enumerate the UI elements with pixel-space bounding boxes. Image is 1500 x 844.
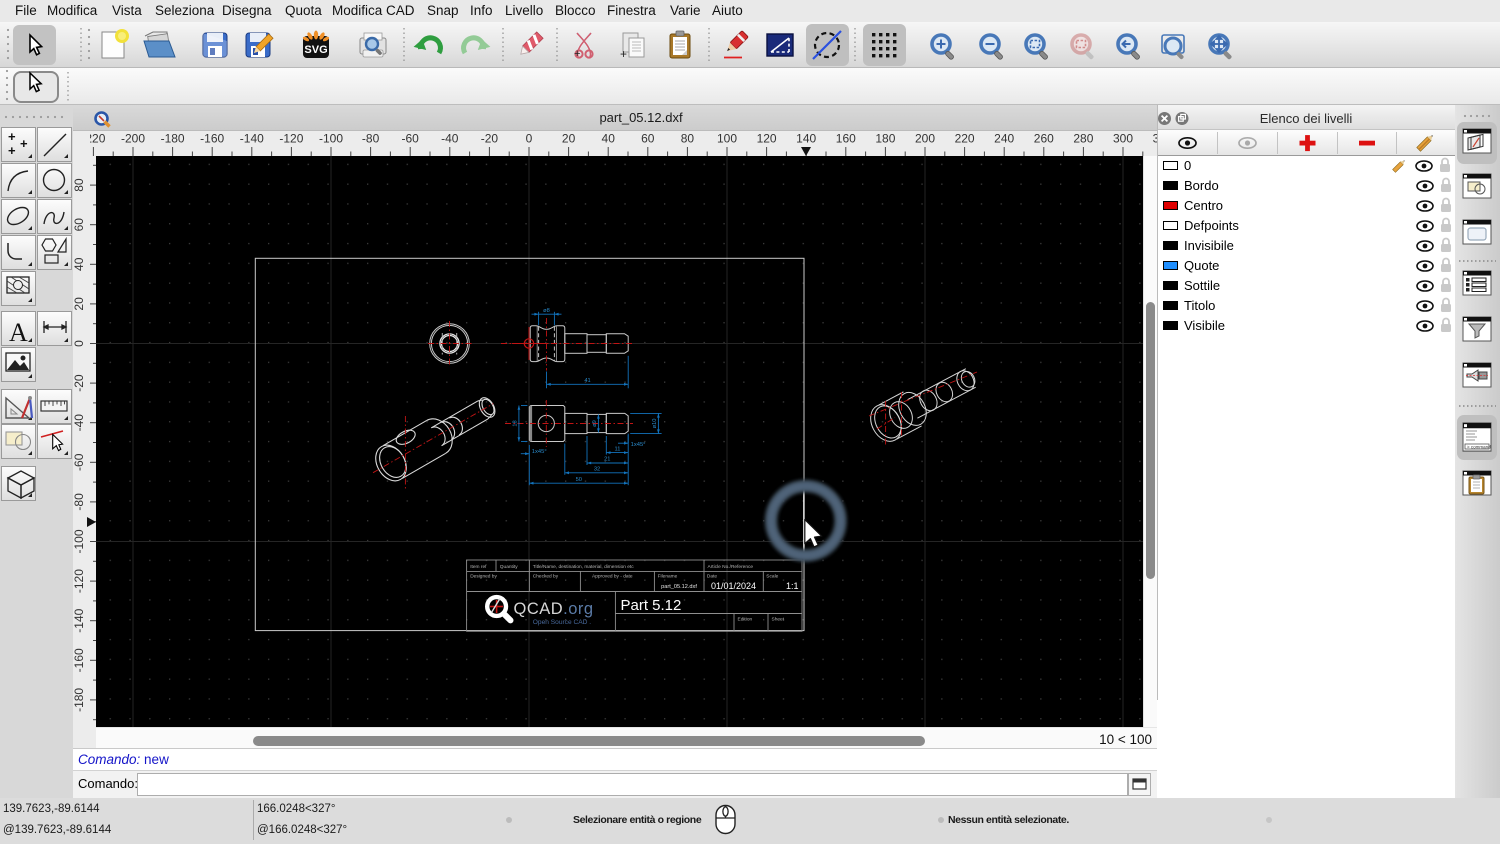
svg-text:-40: -40 [73, 414, 86, 432]
svg-text:160: 160 [836, 132, 856, 146]
svg-text:1:1: 1:1 [786, 581, 799, 591]
svg-text:80: 80 [73, 178, 86, 192]
svg-text:100: 100 [717, 132, 737, 146]
svg-text:Item ref: Item ref [470, 564, 487, 570]
svg-text:Checked by: Checked by [533, 574, 559, 580]
svg-text:ø10: ø10 [652, 419, 658, 429]
svg-text:-160: -160 [200, 132, 224, 146]
svg-text:0: 0 [73, 340, 86, 347]
svg-text:-40: -40 [441, 132, 459, 146]
svg-text:Date: Date [707, 574, 717, 580]
svg-text:18: 18 [513, 420, 519, 426]
svg-text:-100: -100 [319, 132, 343, 146]
svg-text:-140: -140 [240, 132, 264, 146]
svg-text:1x45°: 1x45° [532, 449, 547, 455]
svg-text:40: 40 [73, 257, 86, 271]
svg-text:01/01/2024: 01/01/2024 [711, 581, 756, 591]
svg-text:220: 220 [955, 132, 975, 146]
svg-text:-120: -120 [73, 569, 86, 593]
svg-text:0: 0 [526, 132, 533, 146]
svg-text:-180: -180 [161, 132, 185, 146]
svg-text:-20: -20 [73, 374, 86, 392]
svg-text:QCAD.org: QCAD.org [514, 600, 594, 618]
svg-text:11: 11 [615, 446, 621, 452]
svg-text:part_05.12.dxf: part_05.12.dxf [661, 584, 697, 590]
svg-text:-160: -160 [73, 648, 86, 672]
svg-text:80: 80 [681, 132, 695, 146]
svg-text:+: + [574, 48, 580, 60]
svg-text:-180: -180 [73, 688, 86, 712]
svg-text:50: 50 [576, 477, 582, 483]
svg-text:Article No./Reference: Article No./Reference [708, 564, 754, 570]
svg-text:-100: -100 [73, 529, 86, 553]
svg-text:Part 5.12: Part 5.12 [621, 597, 682, 614]
svg-text:300: 300 [1113, 132, 1133, 146]
svg-text:-80: -80 [73, 493, 86, 511]
svg-text:Quantity: Quantity [500, 564, 518, 570]
svg-text:Edition: Edition [738, 617, 753, 623]
svg-text:240: 240 [994, 132, 1014, 146]
svg-text:-200: -200 [121, 132, 145, 146]
svg-text:-120: -120 [279, 132, 303, 146]
svg-text:Filename: Filename [658, 574, 678, 580]
svg-text:+: + [8, 143, 16, 158]
svg-text:+: + [8, 129, 16, 144]
svg-text:Designed by: Designed by [470, 574, 497, 580]
svg-text:21: 21 [604, 457, 610, 463]
svg-text:-140: -140 [73, 608, 86, 632]
svg-text:-60: -60 [73, 453, 86, 471]
svg-text:20: 20 [73, 297, 86, 311]
svg-text:40: 40 [602, 132, 616, 146]
svg-text:60: 60 [641, 132, 655, 146]
svg-text:140: 140 [796, 132, 816, 146]
svg-text:-60: -60 [402, 132, 420, 146]
svg-text:260: 260 [1034, 132, 1054, 146]
svg-text:120: 120 [757, 132, 777, 146]
svg-text:SVG: SVG [304, 44, 327, 56]
svg-text:60: 60 [73, 218, 86, 232]
svg-text:ø8: ø8 [543, 308, 550, 314]
svg-text:-80: -80 [362, 132, 380, 146]
svg-text:Elenco dei livelli: Elenco dei livelli [1260, 111, 1353, 126]
svg-text:Scale: Scale [766, 574, 778, 580]
svg-text:A: A [9, 318, 28, 347]
svg-text:1x45°: 1x45° [631, 442, 646, 448]
svg-text:-20: -20 [481, 132, 499, 146]
svg-text:200: 200 [915, 132, 935, 146]
svg-text:41: 41 [584, 378, 590, 384]
svg-text:280: 280 [1073, 132, 1093, 146]
svg-text:Approved by - date: Approved by - date [592, 574, 633, 580]
svg-text:180: 180 [875, 132, 895, 146]
svg-text:+: + [20, 136, 28, 151]
svg-text:> command: > command [1467, 444, 1491, 449]
svg-text:+: + [620, 47, 627, 61]
svg-text:32: 32 [594, 467, 600, 473]
svg-text:20: 20 [562, 132, 576, 146]
svg-text:Sheet: Sheet [772, 617, 785, 623]
svg-text:Title/Name, destination, mater: Title/Name, destination, material, dimen… [533, 564, 634, 570]
svg-text:Open Source CAD .: Open Source CAD . [533, 619, 591, 626]
svg-text:ø9: ø9 [592, 420, 598, 427]
